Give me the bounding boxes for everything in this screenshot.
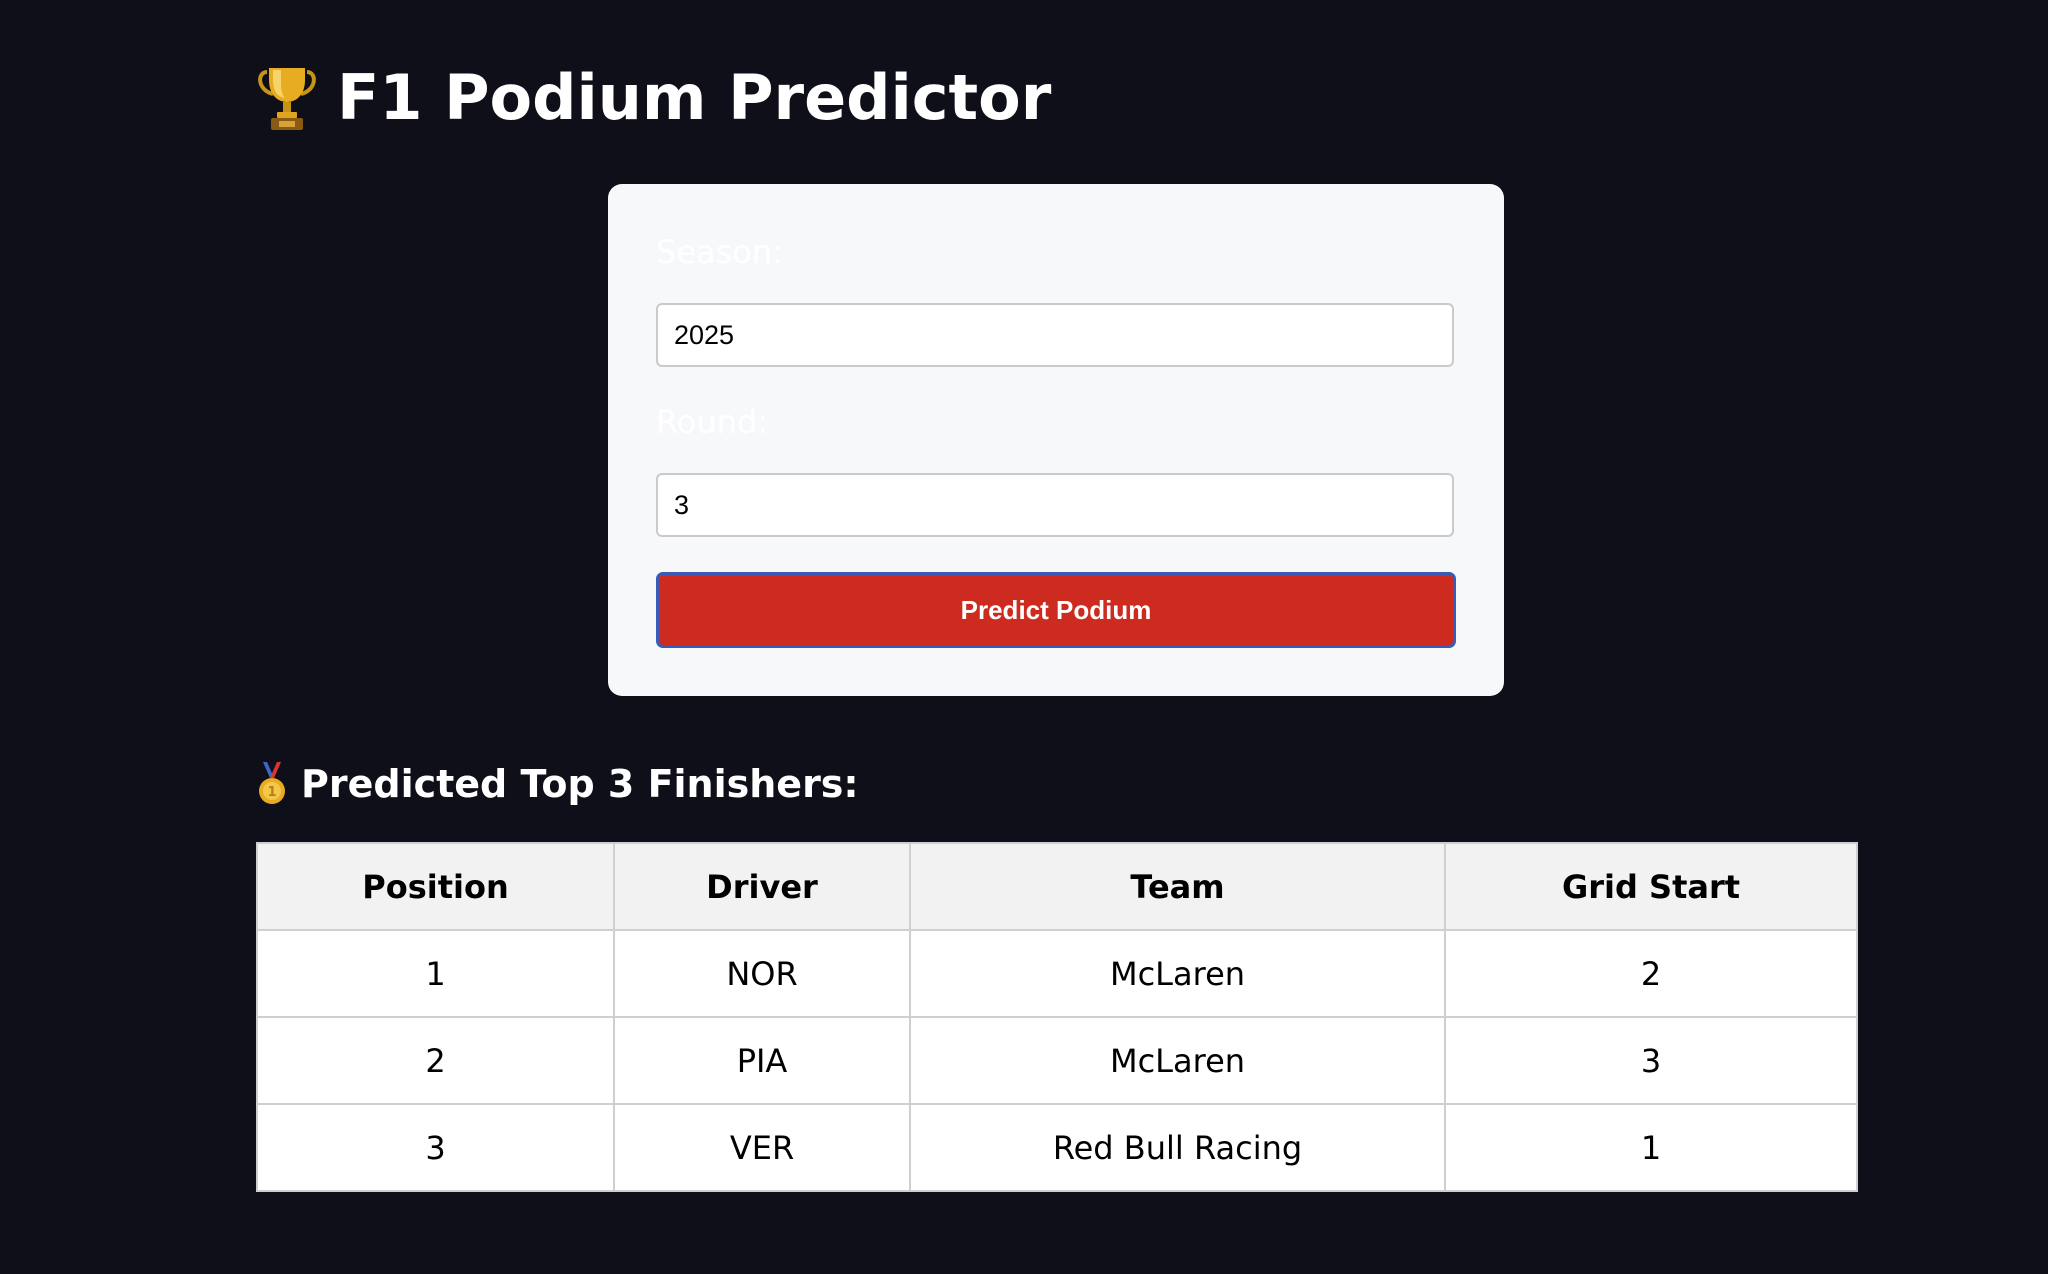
- team-cell: McLaren: [909, 1016, 1446, 1105]
- page-title: F1 Podium Predictor: [255, 58, 1051, 138]
- round-label: Round:: [656, 403, 769, 441]
- svg-text:1: 1: [267, 785, 276, 800]
- position-cell: 1: [256, 929, 615, 1018]
- table-row: 1 NOR McLaren 2: [256, 929, 1858, 1018]
- team-cell: McLaren: [909, 929, 1446, 1018]
- prediction-form: Season: Round: Predict Podium: [608, 184, 1504, 696]
- season-input[interactable]: [656, 303, 1454, 367]
- results-table: Position Driver Team Grid Start 1 NOR Mc…: [256, 842, 1858, 1192]
- table-row: 3 VER Red Bull Racing 1: [256, 1103, 1858, 1192]
- predict-podium-button[interactable]: Predict Podium: [656, 572, 1456, 648]
- medal-icon: 1: [255, 762, 289, 806]
- season-label: Season:: [656, 233, 783, 271]
- column-header-grid-start: Grid Start: [1444, 842, 1858, 931]
- page-title-text: F1 Podium Predictor: [337, 61, 1052, 134]
- table-row: 2 PIA McLaren 3: [256, 1016, 1858, 1105]
- team-cell: Red Bull Racing: [909, 1103, 1446, 1192]
- driver-cell: VER: [613, 1103, 911, 1192]
- driver-cell: PIA: [613, 1016, 911, 1105]
- grid-start-cell: 1: [1444, 1103, 1858, 1192]
- column-header-position: Position: [256, 842, 615, 931]
- round-input[interactable]: [656, 473, 1454, 537]
- position-cell: 3: [256, 1103, 615, 1192]
- grid-start-cell: 3: [1444, 1016, 1858, 1105]
- position-cell: 2: [256, 1016, 615, 1105]
- trophy-icon: [255, 64, 319, 132]
- results-heading-text: Predicted Top 3 Finishers:: [301, 762, 859, 806]
- column-header-driver: Driver: [613, 842, 911, 931]
- table-header-row: Position Driver Team Grid Start: [256, 842, 1858, 931]
- driver-cell: NOR: [613, 929, 911, 1018]
- column-header-team: Team: [909, 842, 1446, 931]
- results-heading: 1 Predicted Top 3 Finishers:: [255, 760, 859, 808]
- grid-start-cell: 2: [1444, 929, 1858, 1018]
